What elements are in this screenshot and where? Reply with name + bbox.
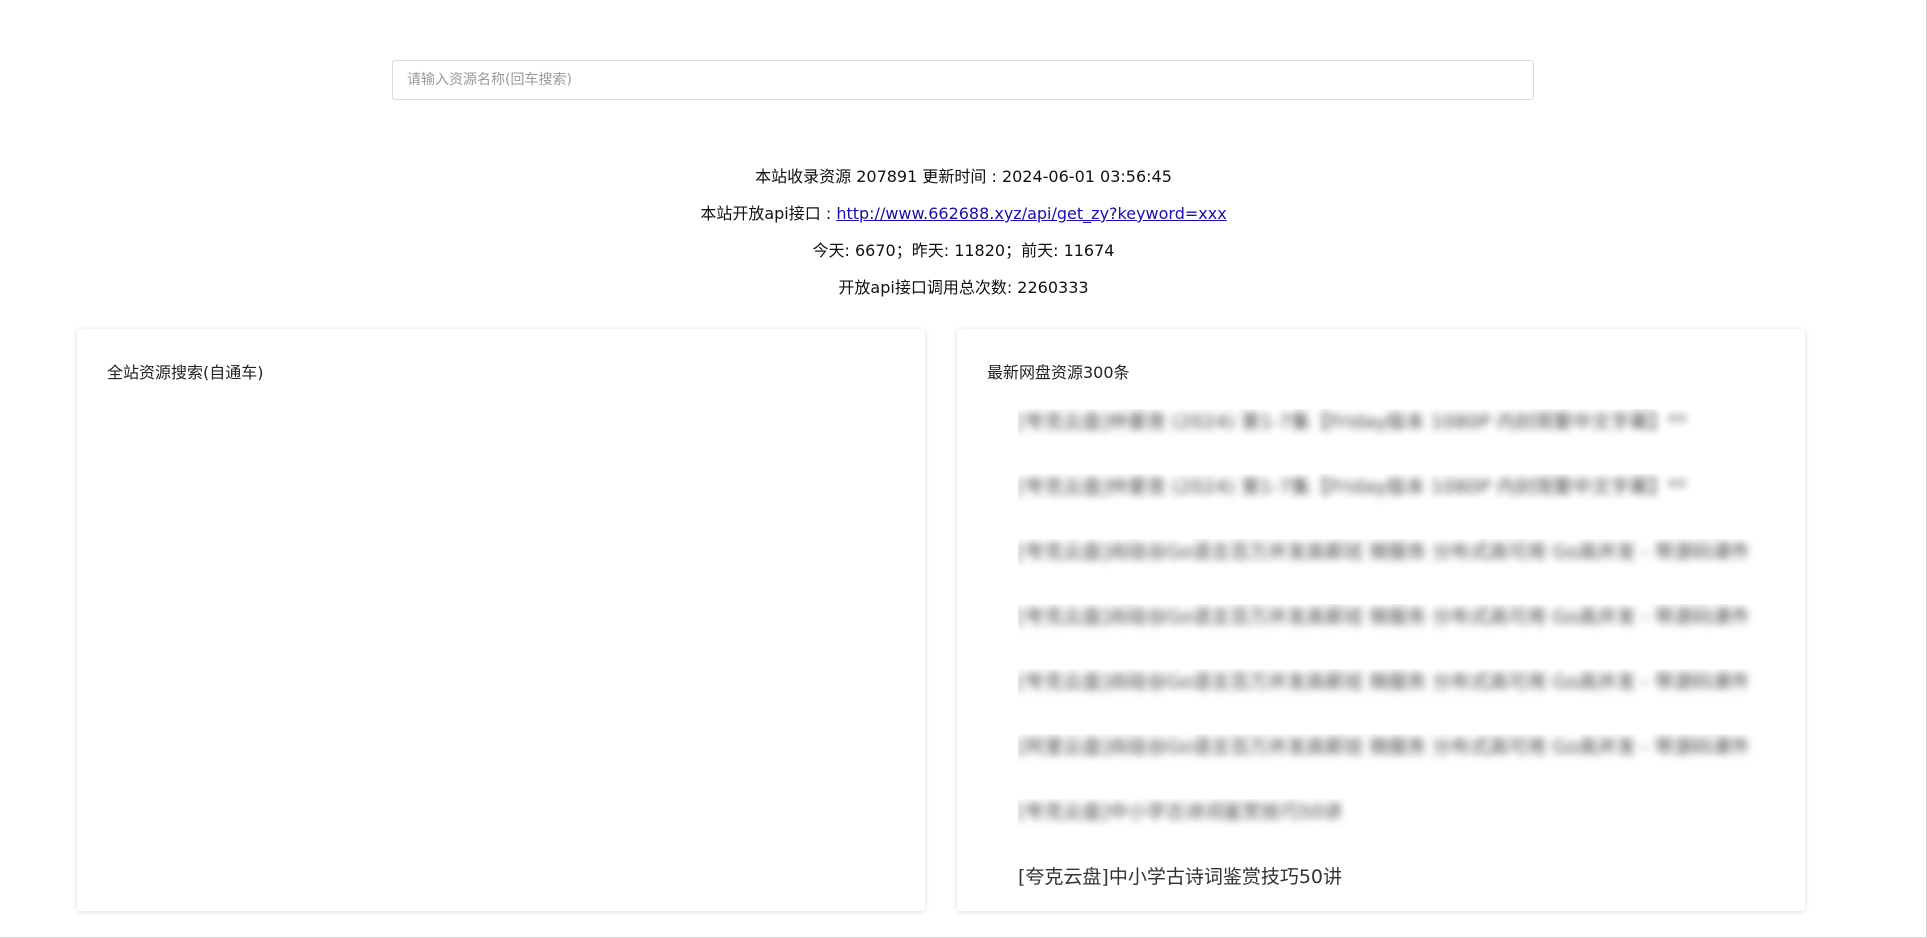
latest-resources-card: 最新网盘资源300条 [夸克云盘]仲夏夜 (2024) 第1-7集【Friday… [957,329,1805,911]
list-item[interactable]: [阿里云盘]尚硅谷Go语言百万并发高薪班 微服务 分布式高可用 Go高并发 - … [1018,734,1785,799]
list-item[interactable]: [夸克云盘]中小学古诗词鉴赏技巧50讲 [1018,864,1785,911]
resource-link[interactable]: [夸克云盘]仲夏夜 (2024) 第1-7集【Friday版本 1080P 内封… [1018,409,1687,435]
resource-link[interactable]: [夸克云盘]仲夏夜 (2024) 第1-7集【Friday版本 1080P 内封… [1018,474,1687,500]
list-item[interactable]: [夸克云盘]尚硅谷Go语言百万并发高薪班 微服务 分布式高可用 Go高并发 - … [1018,604,1785,669]
resource-link[interactable]: [阿里云盘]尚硅谷Go语言百万并发高薪班 微服务 分布式高可用 Go高并发 - … [1018,734,1750,760]
resource-count-line: 本站收录资源 207891 更新时间 : 2024-06-01 03:56:45 [755,167,1172,186]
api-line: 本站开放api接口 : http://www.662688.xyz/api/ge… [0,200,1927,237]
list-item[interactable]: [夸克云盘]尚硅谷Go语言百万并发高薪班 微服务 分布式高可用 Go高并发 - … [1018,539,1785,604]
resource-link[interactable]: [夸克云盘]尚硅谷Go语言百万并发高薪班 微服务 分布式高可用 Go高并发 - … [1018,669,1750,695]
api-label: 本站开放api接口 : [700,204,837,223]
resource-link[interactable]: [夸克云盘]中小学古诗词鉴赏技巧50讲 [1018,799,1342,825]
api-link[interactable]: http://www.662688.xyz/api/get_zy?keyword… [836,204,1226,223]
list-item[interactable]: [夸克云盘]尚硅谷Go语言百万并发高薪班 微服务 分布式高可用 Go高并发 - … [1018,669,1785,734]
resource-link[interactable]: [夸克云盘]尚硅谷Go语言百万并发高薪班 微服务 分布式高可用 Go高并发 - … [1018,539,1750,565]
search-bar [392,60,1534,100]
latest-resources-card-title: 最新网盘资源300条 [987,363,1130,382]
site-info: 本站收录资源 207891 更新时间 : 2024-06-01 03:56:45… [0,163,1927,311]
list-item[interactable]: [夸克云盘]仲夏夜 (2024) 第1-7集【Friday版本 1080P 内封… [1018,474,1785,539]
site-search-card: 全站资源搜索(自通车) [77,329,925,911]
daily-stats: 今天: 6670；昨天: 11820；前天: 11674 [812,241,1115,260]
resource-link[interactable]: [夸克云盘]中小学古诗词鉴赏技巧50讲 [1018,864,1342,890]
resource-list: [夸克云盘]仲夏夜 (2024) 第1-7集【Friday版本 1080P 内封… [1018,409,1785,911]
site-search-card-title: 全站资源搜索(自通车) [107,363,264,382]
list-item[interactable]: [夸克云盘]中小学古诗词鉴赏技巧50讲 [1018,799,1785,864]
search-input[interactable] [392,60,1534,100]
page: 本站收录资源 207891 更新时间 : 2024-06-01 03:56:45… [0,0,1927,938]
list-item[interactable]: [夸克云盘]仲夏夜 (2024) 第1-7集【Friday版本 1080P 内封… [1018,409,1785,474]
resource-link[interactable]: [夸克云盘]尚硅谷Go语言百万并发高薪班 微服务 分布式高可用 Go高并发 - … [1018,604,1750,630]
api-total-calls: 开放api接口调用总次数: 2260333 [838,278,1089,297]
